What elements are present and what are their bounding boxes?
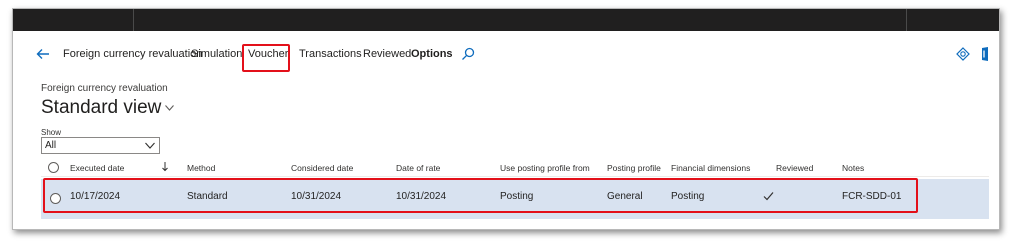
top-bar-divider xyxy=(906,9,907,31)
cell-financial-dimensions: Posting xyxy=(671,191,705,202)
voucher-highlight-box xyxy=(242,44,290,72)
cell-executed-date: 10/17/2024 xyxy=(70,191,121,202)
action-foreign-currency-revaluation[interactable]: Foreign currency revaluation xyxy=(63,48,202,61)
cell-use-posting-profile-from: Posting xyxy=(500,191,534,202)
action-transactions[interactable]: Transactions xyxy=(299,48,362,61)
sort-descending-icon[interactable] xyxy=(161,161,169,172)
cell-notes: FCR-SDD-01 xyxy=(842,191,902,202)
cell-posting-profile: General xyxy=(607,191,643,202)
select-all-radio[interactable] xyxy=(48,162,59,173)
view-selector[interactable]: Standard view xyxy=(41,97,175,119)
show-filter-label: Show xyxy=(41,128,62,137)
breadcrumb: Foreign currency revaluation xyxy=(41,83,168,94)
back-arrow-icon[interactable] xyxy=(35,46,51,62)
table-row[interactable]: 10/17/2024 Standard 10/31/2024 10/31/202… xyxy=(41,179,989,219)
row-select-radio[interactable] xyxy=(50,193,61,204)
column-header-notes[interactable]: Notes xyxy=(842,163,864,173)
column-header-executed-date[interactable]: Executed date xyxy=(70,163,124,173)
page-title: Standard view xyxy=(41,97,162,118)
cell-date-of-rate: 10/31/2024 xyxy=(396,191,447,202)
grid-header: Executed date Method Considered date Dat… xyxy=(41,159,989,177)
column-header-considered-date[interactable]: Considered date xyxy=(291,163,353,173)
column-header-method[interactable]: Method xyxy=(187,163,215,173)
cell-method: Standard xyxy=(187,191,228,202)
top-bar-divider xyxy=(133,9,134,31)
refresh-icon[interactable] xyxy=(956,47,970,61)
chevron-down-icon xyxy=(165,105,175,111)
action-simulation[interactable]: Simulation xyxy=(191,48,242,61)
column-header-posting-profile[interactable]: Posting profile xyxy=(607,163,661,173)
action-reviewed[interactable]: Reviewed xyxy=(363,48,411,61)
app-top-bar xyxy=(13,9,999,31)
action-bar: Foreign currency revaluation Simulation … xyxy=(13,39,999,69)
column-header-date-of-rate[interactable]: Date of rate xyxy=(396,163,440,173)
action-options[interactable]: Options xyxy=(411,48,453,61)
office-icon[interactable] xyxy=(979,46,991,62)
column-header-use-posting-profile-from[interactable]: Use posting profile from xyxy=(500,163,590,173)
show-filter-dropdown[interactable]: All xyxy=(41,137,160,154)
chevron-down-icon xyxy=(145,142,155,149)
column-header-financial-dimensions[interactable]: Financial dimensions xyxy=(671,163,750,173)
app-window: Foreign currency revaluation Simulation … xyxy=(12,8,1000,230)
show-filter-value: All xyxy=(45,140,57,151)
search-icon[interactable] xyxy=(461,47,475,61)
reviewed-check-icon xyxy=(763,192,774,201)
cell-considered-date: 10/31/2024 xyxy=(291,191,342,202)
column-header-reviewed[interactable]: Reviewed xyxy=(776,163,813,173)
